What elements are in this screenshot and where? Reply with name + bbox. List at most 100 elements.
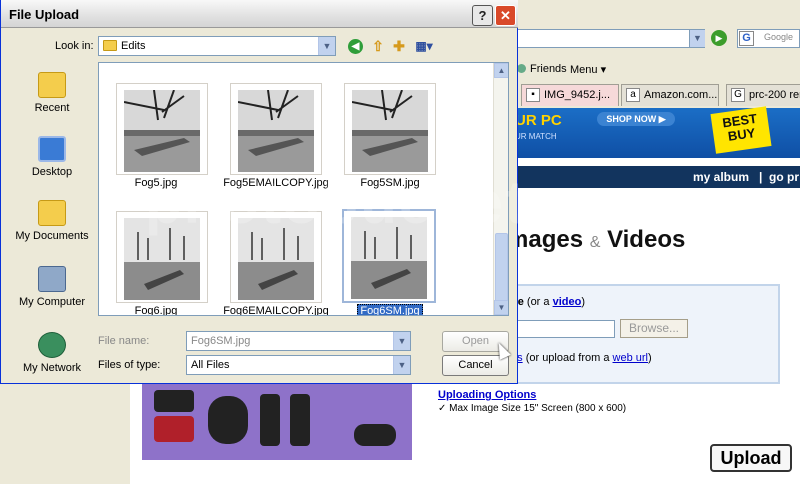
- teddy-bear-item: [208, 396, 248, 444]
- dressup-image: [142, 384, 412, 460]
- chevron-down-icon[interactable]: ▼: [689, 30, 705, 47]
- scroll-up-icon[interactable]: ▲: [494, 63, 508, 78]
- file-thumbnail-selected[interactable]: [342, 209, 436, 303]
- search-placeholder: Google: [764, 32, 794, 42]
- skirt-item: [154, 390, 194, 412]
- place-recent[interactable]: Recent: [10, 66, 94, 128]
- fog-photo: [238, 218, 314, 300]
- google-icon: G: [739, 31, 754, 46]
- uploading-options-link[interactable]: Uploading Options: [438, 389, 536, 401]
- ad-headline: UR PC: [515, 112, 562, 129]
- page-lower: Uploading Options ✓ Max Image Size 15" S…: [130, 384, 800, 484]
- chevron-down-icon[interactable]: ▼: [393, 356, 410, 374]
- address-bar: ▼ ▶ G Google: [515, 28, 800, 52]
- place-my-computer[interactable]: My Computer: [10, 260, 94, 322]
- title-bar[interactable]: File Upload ? ✕: [1, 0, 518, 28]
- video-link[interactable]: video: [553, 296, 582, 308]
- place-desktop[interactable]: Desktop: [10, 130, 94, 192]
- web-url-line: es (or upload from a web url): [511, 352, 652, 364]
- web-url-link[interactable]: web url: [613, 352, 648, 364]
- file-thumbnail[interactable]: [230, 211, 322, 303]
- google-icon: G: [731, 88, 745, 102]
- place-my-documents[interactable]: My Documents: [10, 194, 94, 256]
- amazon-icon: a: [626, 88, 640, 102]
- file-upload-dialog: File Upload ? ✕ Look in: Edits ▼ ◀ ⇧ ✚ ▦…: [0, 0, 518, 384]
- recent-folder-icon: [38, 72, 66, 98]
- go-button[interactable]: ▶: [711, 30, 727, 46]
- file-name[interactable]: Fog5SM.jpg: [330, 177, 450, 189]
- fog-photo: [124, 90, 200, 172]
- file-name-label: File name:: [98, 335, 150, 347]
- file-thumbnail[interactable]: [230, 83, 322, 175]
- place-my-network[interactable]: My Network: [10, 326, 94, 388]
- nav-my-album[interactable]: my album: [693, 170, 749, 184]
- file-thumbnail[interactable]: [344, 83, 436, 175]
- look-in-select[interactable]: Edits ▼: [98, 36, 336, 56]
- boot-item: [290, 394, 310, 446]
- shoes-item: [354, 424, 396, 446]
- tab-google[interactable]: G prc-200 rem: [726, 84, 800, 106]
- close-button[interactable]: ✕: [495, 5, 516, 26]
- look-in-value: Edits: [121, 40, 146, 52]
- best-buy-logo: BEST BUY: [710, 106, 772, 154]
- file-thumbnail[interactable]: [116, 83, 208, 175]
- file-name-selected[interactable]: Fog6SM.jpg: [330, 304, 450, 315]
- fog-photo: [124, 218, 200, 300]
- nav-go-pro[interactable]: go pr: [769, 170, 799, 184]
- image-icon: ▪: [526, 88, 540, 102]
- upload-panel: ge (or a video) Browse... es (or upload …: [505, 284, 780, 384]
- file-name-input[interactable]: Fog6SM.jpg ▼: [186, 331, 411, 351]
- upload-button[interactable]: Upload: [710, 444, 792, 472]
- up-folder-icon[interactable]: ⇧: [369, 37, 387, 55]
- browser-tabs: ▪ IMG_9452.j... a Amazon.com... G prc-20…: [515, 84, 800, 108]
- browse-button[interactable]: Browse...: [620, 319, 688, 338]
- help-button[interactable]: ?: [472, 5, 493, 26]
- vertical-scrollbar[interactable]: ▲ ▼: [493, 63, 508, 315]
- google-search-box[interactable]: G Google: [737, 29, 800, 48]
- bookmarks-bar: Friends Menu ▾: [515, 61, 800, 79]
- look-in-label: Look in:: [55, 40, 94, 52]
- scroll-thumb[interactable]: [495, 233, 508, 303]
- fog-photo: [352, 90, 428, 172]
- friends-icon: [517, 64, 526, 73]
- upload-instructions: ge (or a video): [511, 296, 585, 308]
- ad-subline: UR MATCH: [515, 132, 557, 141]
- back-icon[interactable]: ◀: [348, 39, 363, 54]
- file-name[interactable]: Fog5.jpg: [99, 177, 216, 189]
- my-documents-icon: [38, 200, 66, 226]
- file-name[interactable]: Fog5EMAILCOPY.jpg: [216, 177, 336, 189]
- address-input[interactable]: ▼: [515, 29, 705, 48]
- tab-amazon[interactable]: a Amazon.com...: [621, 84, 719, 106]
- file-name[interactable]: Fog6EMAILCOPY.jpg: [216, 305, 336, 315]
- boot-item: [260, 394, 280, 446]
- folder-icon: [103, 40, 117, 51]
- bookmark-friends[interactable]: Friends: [517, 63, 567, 75]
- max-size-option[interactable]: ✓ Max Image Size 15" Screen (800 x 600): [438, 403, 626, 414]
- ad-banner[interactable]: UR PC UR MATCH SHOP NOW ▶ BEST BUY: [515, 106, 800, 158]
- my-network-icon: [38, 332, 66, 358]
- dialog-title: File Upload: [9, 7, 80, 22]
- places-bar: Recent Desktop My Documents My Computer …: [10, 62, 94, 380]
- scroll-down-icon[interactable]: ▼: [494, 300, 508, 315]
- file-type-label: Files of type:: [98, 359, 161, 371]
- tab-img[interactable]: ▪ IMG_9452.j...: [521, 84, 619, 106]
- my-computer-icon: [38, 266, 66, 292]
- skirt-red-item: [154, 416, 194, 442]
- bookmark-menu[interactable]: Menu ▾: [570, 63, 606, 76]
- fog-photo: [351, 217, 427, 299]
- nav-separator: |: [759, 170, 763, 184]
- site-nav: my album | go pr: [515, 166, 800, 188]
- file-name[interactable]: Fog6.jpg: [99, 305, 216, 315]
- file-type-select[interactable]: All Files ▼: [186, 355, 411, 375]
- page-title: mages & Videos: [507, 226, 686, 253]
- file-list[interactable]: Fog5.jpg Fog5EMAILCOPY.jpg Fog5SM.jpg Fo…: [98, 62, 509, 316]
- shop-now-button[interactable]: SHOP NOW ▶: [597, 112, 675, 126]
- new-folder-icon[interactable]: ✚: [390, 37, 408, 55]
- chevron-down-icon[interactable]: ▼: [318, 37, 335, 55]
- fog-photo: [238, 90, 314, 172]
- views-menu-icon[interactable]: ▦▾: [413, 37, 435, 55]
- file-thumbnail[interactable]: [116, 211, 208, 303]
- desktop-icon: [38, 136, 66, 162]
- file-path-input[interactable]: [507, 320, 615, 338]
- chevron-down-icon[interactable]: ▼: [393, 332, 410, 350]
